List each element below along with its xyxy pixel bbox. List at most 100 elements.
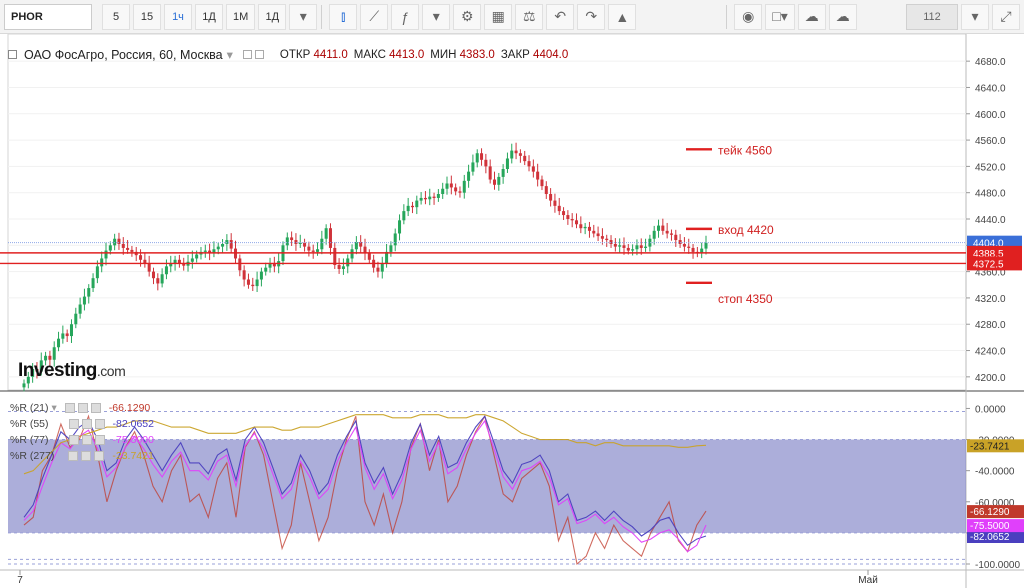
hide-box-icon[interactable] — [77, 403, 88, 413]
indicators-icon[interactable]: ƒ — [391, 3, 420, 30]
candle-body — [246, 279, 250, 285]
candle-body — [264, 267, 268, 272]
camera-icon[interactable]: ◉ — [734, 3, 763, 30]
candle-body — [255, 279, 259, 287]
candle-body — [333, 247, 337, 266]
candle-body — [130, 249, 134, 252]
undo-icon[interactable]: ↶ — [546, 3, 575, 30]
candle-body — [449, 183, 453, 188]
candle-body — [190, 258, 194, 262]
hide-box-icon[interactable] — [81, 435, 92, 445]
williams-value-label: -75.5000 — [970, 521, 1010, 532]
settings-box-icon[interactable] — [242, 50, 252, 59]
hide-box-icon[interactable] — [254, 50, 264, 59]
candle-body — [324, 228, 328, 239]
candle-body — [160, 274, 164, 284]
candle-body — [661, 225, 665, 231]
candle-body — [687, 246, 691, 248]
scales-icon[interactable]: ⚖ — [515, 3, 544, 30]
fullscreen-icon[interactable]: ⤢ — [992, 3, 1020, 30]
candle-body — [285, 237, 289, 246]
candle-body — [652, 230, 656, 239]
compare-icon[interactable]: ⟋ — [360, 3, 389, 30]
zoom-level[interactable]: 112 — [906, 3, 958, 30]
chevron-down-icon[interactable]: ▾ — [289, 3, 318, 30]
candle-body — [380, 263, 384, 272]
settings-box-icon[interactable] — [68, 419, 79, 429]
close-box-icon[interactable] — [94, 451, 105, 461]
redo-icon[interactable]: ↷ — [577, 3, 606, 30]
candle-body — [536, 171, 540, 180]
candle-body — [117, 238, 121, 244]
candle-body — [549, 194, 553, 201]
williams-value-label: -23.7421 — [970, 441, 1010, 452]
candle-body — [691, 247, 695, 252]
candle-body — [126, 247, 130, 250]
candle-body — [467, 171, 471, 181]
close-box-icon[interactable] — [94, 419, 105, 429]
candle-body — [65, 333, 69, 337]
candle-body — [104, 250, 108, 259]
investing-logo: Investing.com — [18, 360, 126, 381]
candle-body — [609, 240, 613, 244]
candle-body — [562, 211, 566, 216]
candle-body — [22, 383, 26, 388]
color-picker-icon[interactable]: □▾ — [765, 3, 795, 30]
settings-box-icon[interactable] — [68, 451, 79, 461]
candle-body — [510, 150, 514, 159]
ohlc-open: ОТКР 4411.0 — [279, 48, 348, 61]
ohlc-high: МАКС 4413.0 — [353, 48, 425, 61]
candle-body — [61, 333, 65, 339]
candle-body — [574, 220, 579, 225]
price-tick-label: 4520.0 — [975, 162, 1006, 173]
interval-more-button[interactable]: 1Д — [258, 3, 287, 30]
bar-chart-icon[interactable]: ▦ — [484, 3, 513, 30]
interval-5-button[interactable]: 5 — [102, 3, 130, 30]
indicator-legend-r55: %R (55) -82.0652 — [10, 418, 154, 430]
collapse-icon[interactable] — [8, 50, 17, 59]
interval-1m-button[interactable]: 1М — [226, 3, 256, 30]
symbol-input[interactable]: PHOR — [4, 3, 92, 30]
candle-body — [113, 238, 117, 246]
close-box-icon[interactable] — [90, 403, 101, 413]
candle-body — [570, 219, 574, 221]
chevron-down-icon[interactable]: ▾ — [227, 47, 233, 62]
gear-icon[interactable]: ⚙ — [453, 3, 482, 30]
candle-body — [320, 238, 324, 250]
settings-box-icon[interactable] — [64, 403, 75, 413]
hide-box-icon[interactable] — [81, 419, 92, 429]
candle-body — [488, 166, 492, 180]
chevron-down-icon[interactable]: ▾ — [961, 3, 989, 30]
candle-body — [95, 266, 99, 279]
candle-body — [544, 186, 548, 195]
candle-body — [398, 220, 402, 234]
candle-body — [164, 266, 168, 275]
close-box-icon[interactable] — [94, 435, 105, 445]
cloud-upload-icon[interactable]: ☁ — [828, 3, 857, 30]
chevron-down-icon[interactable]: ▾ — [422, 3, 451, 30]
candle-body — [428, 196, 432, 200]
interval-15-button[interactable]: 15 — [133, 3, 161, 30]
candle-body — [346, 258, 350, 267]
interval-1d-button[interactable]: 1Д — [195, 3, 223, 30]
candle-body — [268, 263, 272, 268]
candlestick-icon[interactable]: ⫾ — [329, 3, 358, 30]
cloud-download-icon[interactable]: ☁ — [797, 3, 826, 30]
time-tick-label: Май — [858, 575, 878, 586]
candle-body — [531, 166, 535, 172]
annotation-text: тейк 4560 — [718, 143, 772, 157]
candle-body — [471, 162, 475, 172]
candle-body — [665, 230, 669, 234]
candle-body — [402, 211, 406, 221]
candle-body — [69, 324, 73, 337]
candle-body — [259, 271, 263, 280]
settings-box-icon[interactable] — [68, 435, 79, 445]
williams-tick-label: 0.0000 — [975, 404, 1006, 415]
hide-box-icon[interactable] — [81, 451, 92, 461]
alert-icon[interactable]: ▲ — [608, 3, 637, 30]
interval-1h-button[interactable]: 1ч — [164, 3, 192, 30]
price-chart[interactable]: 4200.04240.04280.04320.04360.04400.04440… — [0, 33, 1024, 588]
candle-body — [156, 278, 160, 284]
price-tick-label: 4200.0 — [975, 373, 1006, 384]
price-tick-label: 4640.0 — [975, 83, 1006, 94]
